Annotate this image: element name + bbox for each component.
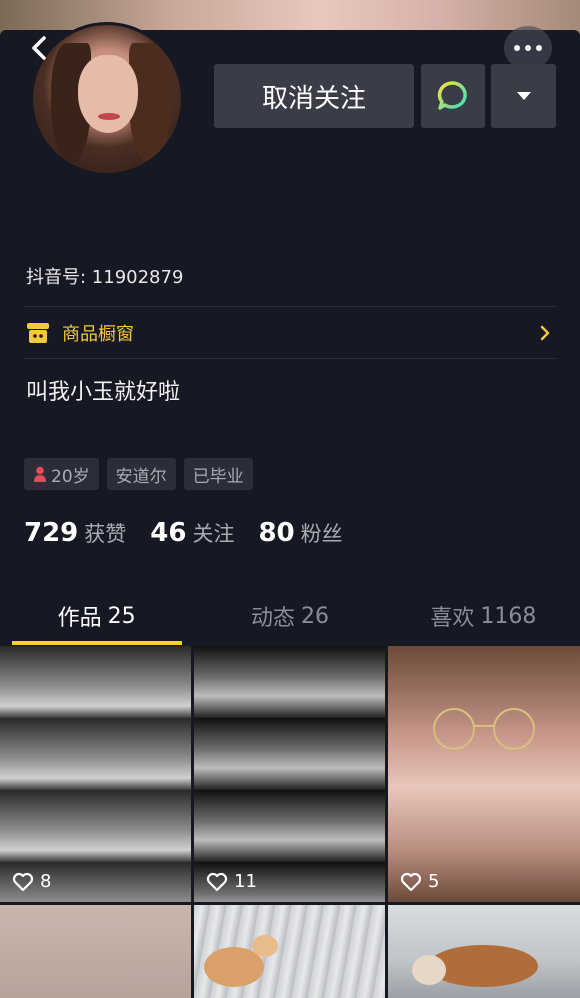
recommend-dropdown-button[interactable] [491,64,556,128]
tab-works[interactable]: 作品 25 [0,588,193,644]
stat-followers[interactable]: 80 粉丝 [258,518,342,548]
video-thumbnail[interactable]: 5 [388,646,580,902]
video-thumbnail[interactable]: 11 [194,646,385,902]
tab-likes[interactable]: 喜欢 1168 [387,588,580,644]
divider [24,358,556,359]
chevron-right-icon [540,325,550,341]
message-button[interactable] [421,64,485,128]
chat-bubble-icon [437,81,467,110]
heart-icon [400,872,422,891]
stat-likes[interactable]: 729 获赞 [24,518,126,548]
profile-bio: 叫我小玉就好啦 [26,380,181,405]
profile-tags: 20岁 安道尔 已毕业 [24,458,253,490]
douyin-id: 抖音号: 11902879 [26,267,184,288]
caret-down-icon [516,92,531,100]
location-tag: 安道尔 [106,458,176,490]
glasses-overlay [433,708,535,750]
tab-dynamics[interactable]: 动态 26 [193,588,386,644]
profile-stats: 729 获赞 46 关注 80 粉丝 [24,518,367,548]
unfollow-label: 取消关注 [261,83,366,114]
profile-tabs: 作品 25 动态 26 喜欢 1168 [0,588,580,644]
back-button[interactable] [26,34,52,62]
like-count: 5 [400,871,439,892]
shop-window-link[interactable]: 商品橱窗 [24,316,556,350]
chevron-left-icon [32,36,46,60]
age-tag: 20岁 [24,458,99,490]
active-tab-indicator [12,641,182,645]
stat-following[interactable]: 46 关注 [150,518,234,548]
unfollow-button[interactable]: 取消关注 [214,64,414,128]
heart-icon [12,872,34,891]
video-thumbnail[interactable] [0,905,191,998]
female-icon [34,466,46,482]
like-count: 11 [206,871,257,892]
video-thumbnail[interactable]: 8 [0,646,191,902]
school-tag: 已毕业 [183,458,253,490]
shop-icon [27,323,49,343]
more-dots-icon [514,45,520,51]
like-count: 8 [12,871,51,892]
heart-icon [206,872,228,891]
divider [24,306,556,307]
shop-window-label: 商品橱窗 [62,324,134,345]
video-thumbnail[interactable] [388,905,580,998]
profile-avatar[interactable] [30,22,184,176]
video-thumbnail[interactable] [194,905,385,998]
video-grid: 8 11 5 [0,646,580,998]
